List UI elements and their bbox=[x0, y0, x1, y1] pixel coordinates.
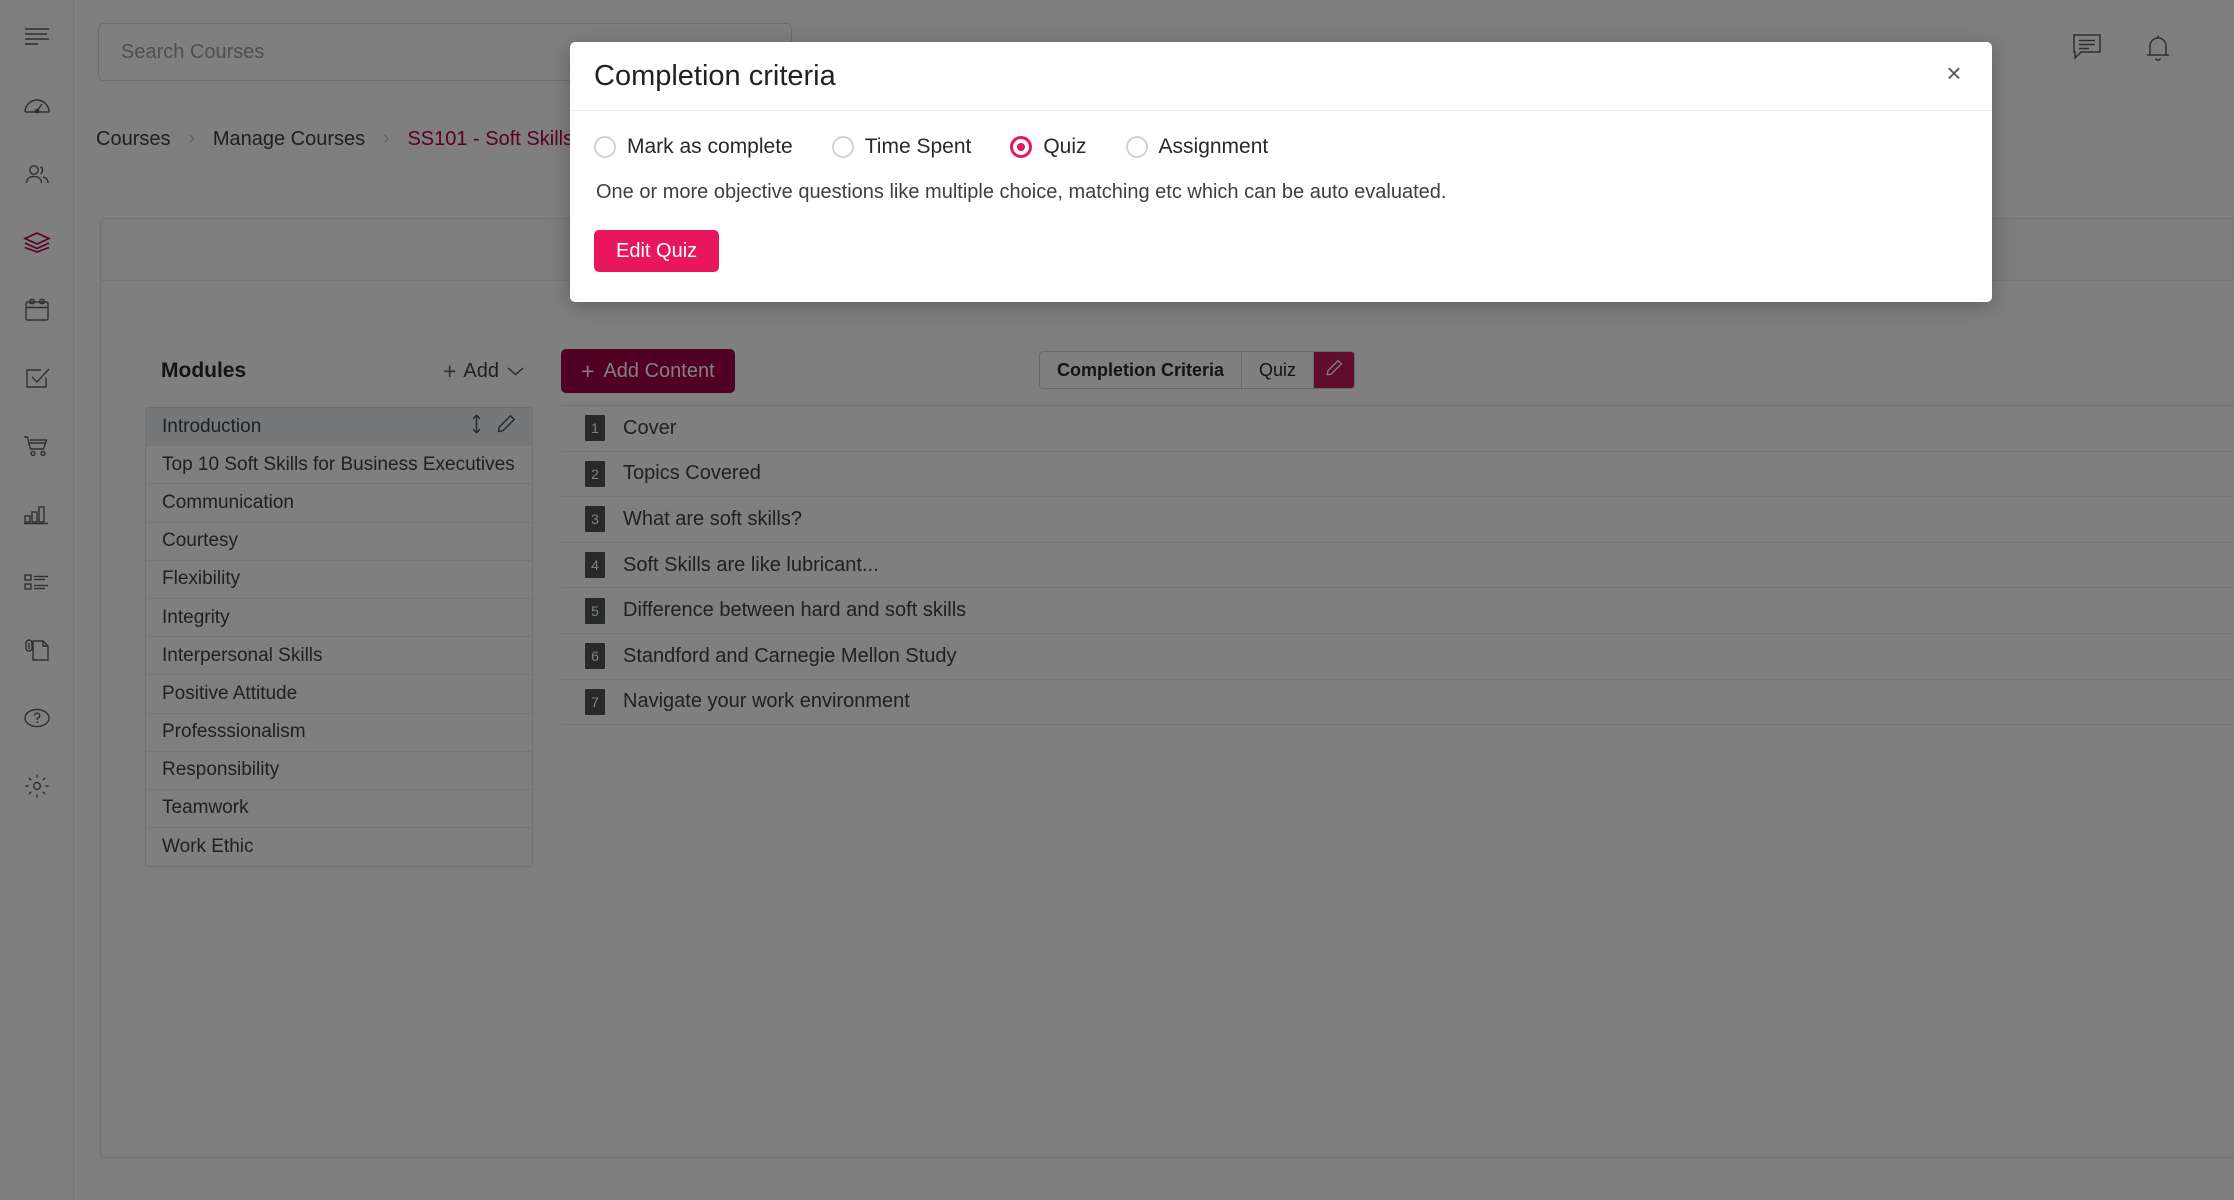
modal-header: Completion criteria × bbox=[570, 42, 1992, 111]
close-icon[interactable]: × bbox=[1939, 58, 1969, 88]
criteria-description: One or more objective questions like mul… bbox=[596, 181, 1447, 203]
radio-circle-icon[interactable] bbox=[594, 136, 616, 158]
radio-label: Time Spent bbox=[864, 135, 972, 158]
radio-circle-icon[interactable] bbox=[831, 136, 854, 158]
radio-label: Assignment bbox=[1158, 135, 1269, 158]
radio-label: Quiz bbox=[1043, 135, 1087, 158]
radio-option-quiz[interactable]: Quiz bbox=[1010, 135, 1087, 159]
completion-criteria-radio-group: Mark as complete Time Spent Quiz Assignm… bbox=[594, 135, 1968, 159]
modal-body: Mark as complete Time Spent Quiz Assignm… bbox=[570, 111, 1992, 302]
completion-criteria-modal: Completion criteria × Mark as complete T… bbox=[570, 42, 1992, 302]
radio-label: Mark as complete bbox=[627, 135, 793, 158]
radio-option-assignment[interactable]: Assignment bbox=[1125, 135, 1269, 159]
radio-option-time-spent[interactable]: Time Spent bbox=[831, 135, 972, 159]
radio-circle-selected-icon[interactable] bbox=[1010, 136, 1033, 158]
modal-title: Completion criteria bbox=[594, 59, 836, 92]
radio-option-mark-as-complete[interactable]: Mark as complete bbox=[594, 135, 793, 159]
edit-quiz-button[interactable]: Edit Quiz bbox=[594, 230, 720, 272]
radio-circle-icon[interactable] bbox=[1125, 136, 1148, 158]
